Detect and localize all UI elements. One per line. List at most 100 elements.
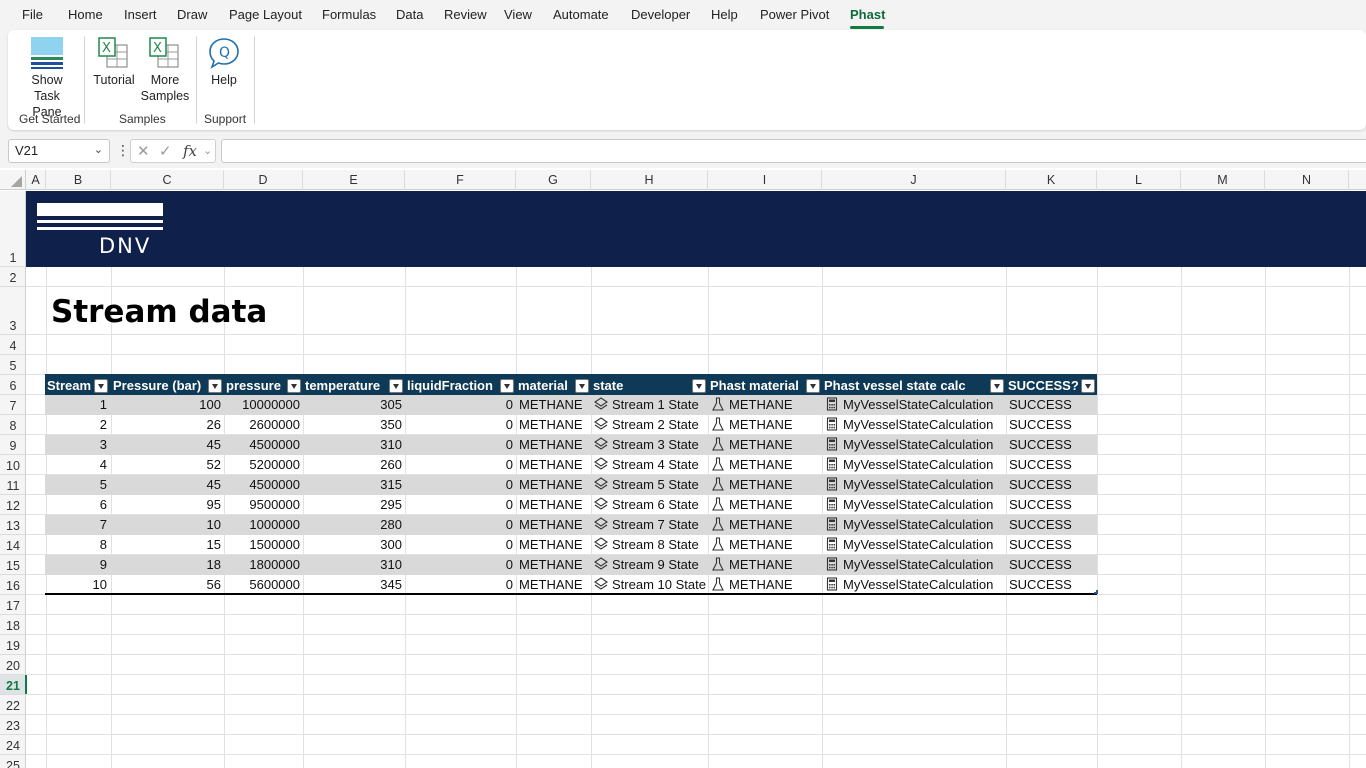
cell-pressure[interactable]: 10000000 bbox=[224, 395, 303, 415]
cell-liquid-fraction[interactable]: 0 bbox=[405, 455, 516, 475]
column-header[interactable]: D bbox=[224, 170, 303, 190]
enter-icon[interactable]: ✓ bbox=[159, 142, 172, 160]
cell-stream[interactable]: 3 bbox=[45, 435, 110, 455]
cell-temperature[interactable]: 350 bbox=[303, 415, 405, 435]
row-header[interactable]: 4 bbox=[0, 335, 26, 355]
cell-pressure[interactable]: 4500000 bbox=[224, 435, 303, 455]
column-header[interactable]: K bbox=[1006, 170, 1097, 190]
cell-state[interactable]: Stream 8 State bbox=[591, 535, 708, 555]
cell-phast-material[interactable]: METHANE bbox=[708, 515, 822, 535]
tab-formulas[interactable]: Formulas bbox=[322, 7, 376, 22]
cell-state[interactable]: Stream 9 State bbox=[591, 555, 708, 575]
cell-liquid-fraction[interactable]: 0 bbox=[405, 515, 516, 535]
filter-dropdown-icon[interactable] bbox=[692, 379, 706, 393]
cell-stream[interactable]: 1 bbox=[45, 395, 110, 415]
cell-pressure[interactable]: 5200000 bbox=[224, 455, 303, 475]
cell-success[interactable]: SUCCESS bbox=[1006, 495, 1097, 515]
cell-state[interactable]: Stream 10 State bbox=[591, 575, 708, 595]
cell-liquid-fraction[interactable]: 0 bbox=[405, 575, 516, 595]
cell-pressure[interactable]: 4500000 bbox=[224, 475, 303, 495]
table-row[interactable]: 4 52 5200000 260 0 METHANE Stream 4 State METHA… bbox=[45, 455, 1097, 475]
cell-success[interactable]: SUCCESS bbox=[1006, 475, 1097, 495]
row-header[interactable]: 2 bbox=[0, 267, 26, 287]
cell-temperature[interactable]: 345 bbox=[303, 575, 405, 595]
row-header[interactable]: 10 bbox=[0, 455, 26, 475]
cell-phast-material[interactable]: METHANE bbox=[708, 535, 822, 555]
more-options-icon[interactable]: ⋮ bbox=[116, 142, 130, 159]
cell-material[interactable]: METHANE bbox=[516, 455, 591, 475]
cell-phast-material[interactable]: METHANE bbox=[708, 415, 822, 435]
filter-dropdown-icon[interactable] bbox=[575, 379, 589, 393]
column-header[interactable]: F bbox=[405, 170, 516, 190]
cell-pressure-bar[interactable]: 45 bbox=[111, 435, 224, 455]
table-row[interactable]: 6 95 9500000 295 0 METHANE Stream 6 State METHA… bbox=[45, 495, 1097, 515]
tab-page-layout[interactable]: Page Layout bbox=[229, 7, 302, 22]
column-header[interactable]: E bbox=[303, 170, 405, 190]
table-row[interactable]: 7 10 1000000 280 0 METHANE Stream 7 State METHA… bbox=[45, 515, 1097, 535]
cell-liquid-fraction[interactable]: 0 bbox=[405, 435, 516, 455]
cell-state[interactable]: Stream 5 State bbox=[591, 475, 708, 495]
cell-phast-vessel-state-calc[interactable]: MyVesselStateCalculation bbox=[822, 535, 1006, 555]
column-header[interactable]: J bbox=[822, 170, 1006, 190]
cell-temperature[interactable]: 305 bbox=[303, 395, 405, 415]
cell-pressure-bar[interactable]: 52 bbox=[111, 455, 224, 475]
cell-phast-vessel-state-calc[interactable]: MyVesselStateCalculation bbox=[822, 495, 1006, 515]
cell-success[interactable]: SUCCESS bbox=[1006, 555, 1097, 575]
row-header[interactable]: 14 bbox=[0, 535, 26, 555]
cell-phast-vessel-state-calc[interactable]: MyVesselStateCalculation bbox=[822, 415, 1006, 435]
cell-pressure-bar[interactable]: 56 bbox=[111, 575, 224, 595]
cell-material[interactable]: METHANE bbox=[516, 435, 591, 455]
cell-liquid-fraction[interactable]: 0 bbox=[405, 415, 516, 435]
column-header[interactable]: C bbox=[111, 170, 224, 190]
cell-phast-material[interactable]: METHANE bbox=[708, 495, 822, 515]
cell-pressure-bar[interactable]: 26 bbox=[111, 415, 224, 435]
tab-help[interactable]: Help bbox=[711, 7, 738, 22]
cell-material[interactable]: METHANE bbox=[516, 415, 591, 435]
filter-dropdown-icon[interactable] bbox=[94, 379, 108, 393]
cell-stream[interactable]: 5 bbox=[45, 475, 110, 495]
cell-phast-material[interactable]: METHANE bbox=[708, 575, 822, 595]
tab-data[interactable]: Data bbox=[396, 7, 423, 22]
cell-pressure[interactable]: 1500000 bbox=[224, 535, 303, 555]
cancel-icon[interactable]: ✕ bbox=[137, 142, 150, 160]
cell-success[interactable]: SUCCESS bbox=[1006, 395, 1097, 415]
cell-liquid-fraction[interactable]: 0 bbox=[405, 555, 516, 575]
cell-pressure-bar[interactable]: 100 bbox=[111, 395, 224, 415]
row-header[interactable]: 15 bbox=[0, 555, 26, 575]
select-all-button[interactable] bbox=[0, 170, 26, 190]
cell-pressure-bar[interactable]: 45 bbox=[111, 475, 224, 495]
cell-pressure-bar[interactable]: 95 bbox=[111, 495, 224, 515]
cell-stream[interactable]: 7 bbox=[45, 515, 110, 535]
table-resize-handle[interactable] bbox=[1094, 590, 1098, 594]
cell-pressure-bar[interactable]: 18 bbox=[111, 555, 224, 575]
column-header[interactable]: N bbox=[1265, 170, 1349, 190]
cell-phast-vessel-state-calc[interactable]: MyVesselStateCalculation bbox=[822, 575, 1006, 595]
cell-phast-material[interactable]: METHANE bbox=[708, 555, 822, 575]
cell-material[interactable]: METHANE bbox=[516, 515, 591, 535]
cell-material[interactable]: METHANE bbox=[516, 475, 591, 495]
cell-temperature[interactable]: 310 bbox=[303, 435, 405, 455]
cell-stream[interactable]: 8 bbox=[45, 535, 110, 555]
tutorial-button[interactable]: X Tutorial bbox=[92, 36, 136, 88]
filter-dropdown-icon[interactable] bbox=[389, 379, 403, 393]
row-header[interactable]: 16 bbox=[0, 575, 26, 595]
column-header[interactable]: H bbox=[591, 170, 708, 190]
filter-dropdown-icon[interactable] bbox=[990, 379, 1004, 393]
cell-temperature[interactable]: 295 bbox=[303, 495, 405, 515]
row-header[interactable]: 3 bbox=[0, 287, 26, 335]
table-row[interactable]: 5 45 4500000 315 0 METHANE Stream 5 State METHA… bbox=[45, 475, 1097, 495]
insert-function-icon[interactable]: fx bbox=[183, 142, 197, 160]
cell-success[interactable]: SUCCESS bbox=[1006, 515, 1097, 535]
column-header[interactable]: L bbox=[1097, 170, 1181, 190]
cell-phast-material[interactable]: METHANE bbox=[708, 395, 822, 415]
cell-pressure[interactable]: 1800000 bbox=[224, 555, 303, 575]
filter-dropdown-icon[interactable] bbox=[208, 379, 222, 393]
row-header[interactable]: 17 bbox=[0, 595, 26, 615]
table-row[interactable]: 3 45 4500000 310 0 METHANE Stream 3 State METHA… bbox=[45, 435, 1097, 455]
row-header[interactable]: 20 bbox=[0, 655, 26, 675]
table-row[interactable]: 9 18 1800000 310 0 METHANE Stream 9 State METHA… bbox=[45, 555, 1097, 575]
cell-pressure[interactable]: 1000000 bbox=[224, 515, 303, 535]
table-row[interactable]: 8 15 1500000 300 0 METHANE Stream 8 State METHA… bbox=[45, 535, 1097, 555]
row-header[interactable]: 22 bbox=[0, 695, 26, 715]
column-header[interactable]: G bbox=[516, 170, 591, 190]
